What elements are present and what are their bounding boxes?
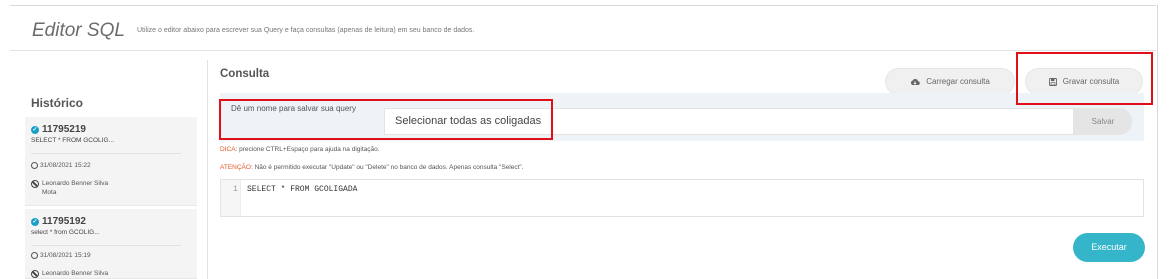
history-user-name: Leonardo Benner Silva	[42, 180, 109, 187]
top-divider	[10, 5, 1156, 6]
tip-key: DICA	[220, 146, 236, 153]
section-title: Consulta	[220, 68, 270, 80]
page-title: Editor SQL	[32, 20, 125, 41]
history-date: 31/08/2021 15:19	[31, 252, 91, 259]
tip-body: : precione CTRL+Espaço para ajuda na dig…	[235, 146, 380, 153]
warning-key: ATENÇÃO	[220, 164, 251, 171]
history-divider	[31, 153, 181, 154]
history-user: Leonardo Benner Silva Mota	[31, 179, 108, 197]
warning-body: : Não é permitido executar "Update" ou "…	[250, 164, 524, 171]
history-date-text: 31/08/2021 15:19	[40, 252, 91, 259]
history-date-text: 31/08/2021 15:22	[40, 162, 91, 169]
execute-button[interactable]: Executar	[1073, 233, 1145, 262]
highlight-box	[219, 99, 553, 140]
clock-icon	[31, 252, 38, 259]
check-icon: ✓	[31, 125, 39, 134]
user-icon	[31, 180, 39, 188]
column-divider	[207, 60, 208, 279]
history-item-id: ✓ 11795192	[31, 216, 86, 227]
highlight-box	[1016, 52, 1153, 105]
history-divider	[31, 245, 181, 246]
sql-editor[interactable]: 1 SELECT * FROM GCOLIGADA	[220, 179, 1144, 217]
history-user-text: Leonardo Benner Silva Mota	[42, 179, 108, 197]
clock-icon	[31, 162, 38, 169]
history-id-text: 11795192	[42, 216, 86, 227]
history-item-id: ✓ 11795219	[31, 124, 86, 135]
line-number: 1	[233, 185, 238, 194]
history-title: Histórico	[31, 96, 84, 110]
history-id-text: 11795219	[42, 124, 86, 135]
history-user-name: Leonardo Benner Silva	[42, 270, 109, 277]
load-query-button[interactable]: Carregar consulta	[885, 68, 1015, 95]
history-sidebar: Histórico ✓ 11795219 SELECT * FROM GCOLI…	[25, 96, 197, 279]
history-date: 31/08/2021 15:22	[31, 162, 91, 169]
check-icon: ✓	[31, 217, 39, 226]
user-icon	[31, 270, 39, 278]
code-line[interactable]: SELECT * FROM GCOLIGADA	[247, 185, 357, 194]
tip-text: DICA: precione CTRL+Espaço para ajuda na…	[220, 146, 380, 153]
history-query: select * from GCOLIG...	[31, 229, 100, 236]
history-user: Leonardo Benner Silva	[31, 269, 108, 278]
warning-text: ATENÇÃO: Não é permitido executar "Updat…	[220, 164, 524, 171]
history-user-name-cont: Mota	[42, 189, 57, 196]
save-button[interactable]: Salvar	[1074, 108, 1132, 135]
cloud-download-icon	[911, 78, 920, 85]
page-description: Utilize o editor abaixo para escrever su…	[137, 27, 475, 34]
history-item[interactable]: ✓ 11795192 select * from GCOLIG... 31/08…	[25, 209, 197, 279]
history-query: SELECT * FROM GCOLIG...	[31, 137, 114, 144]
editor-gutter	[221, 180, 241, 216]
right-divider	[1157, 5, 1158, 279]
header-divider	[10, 50, 1156, 51]
load-query-label: Carregar consulta	[926, 77, 990, 86]
history-item[interactable]: ✓ 11795219 SELECT * FROM GCOLIG... 31/08…	[25, 117, 197, 206]
